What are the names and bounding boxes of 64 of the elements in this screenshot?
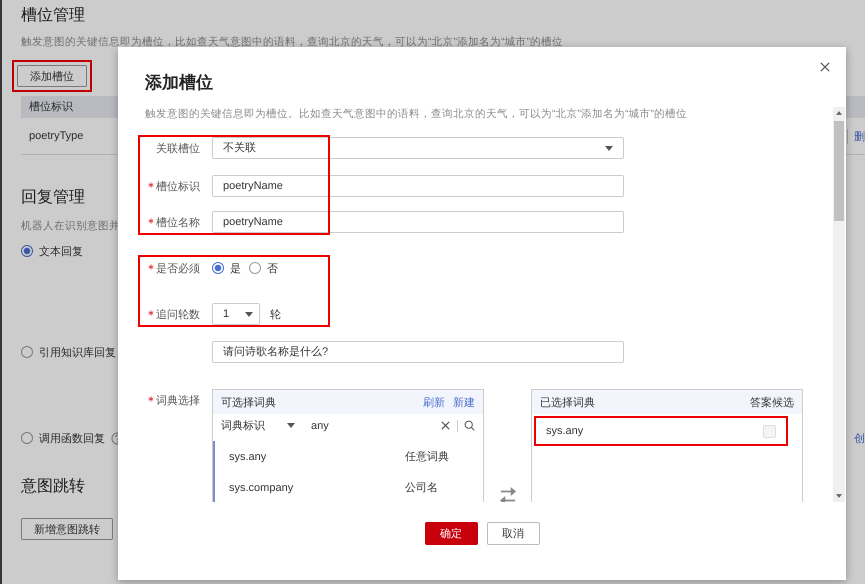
section-title: 意图跳转 xyxy=(21,476,85,497)
panel-link[interactable]: 新建 xyxy=(453,394,475,410)
radio-label: 是 xyxy=(230,262,241,276)
select-field[interactable]: 不关联 xyxy=(212,137,624,159)
panel-link[interactable]: 刷新 xyxy=(423,394,445,410)
clear-icon[interactable] xyxy=(440,420,451,431)
section-description: 机器人在识别意图并 xyxy=(21,219,120,233)
scrollbar-thumb[interactable] xyxy=(834,121,844,221)
checkbox[interactable] xyxy=(763,424,776,438)
selected-dictionary-item[interactable]: sys.any xyxy=(534,416,788,446)
close-icon[interactable] xyxy=(820,62,830,72)
scroll-down-icon[interactable] xyxy=(836,494,842,498)
dictionary-name: 任意词典 xyxy=(405,450,450,464)
panel-title: 已选择词典 xyxy=(540,396,595,410)
field-label: 槽位名称 xyxy=(156,216,200,230)
transfer-icon[interactable] xyxy=(498,485,516,502)
dialog-title: 添加槽位 xyxy=(145,72,213,93)
scrollbar[interactable] xyxy=(833,107,845,502)
radio-button[interactable] xyxy=(21,245,33,257)
field-label: 是否必须 xyxy=(156,262,200,276)
delete-link[interactable]: 删 xyxy=(847,128,865,144)
select-field[interactable]: 1 xyxy=(212,303,260,325)
dictionary-item[interactable]: sys.any 任意词典 xyxy=(215,441,483,472)
table-cell: poetryType xyxy=(29,130,84,142)
dictionary-id: sys.any xyxy=(229,450,266,462)
confirm-button[interactable]: 确定 xyxy=(424,522,478,545)
add-slot-button[interactable]: 添加槽位 xyxy=(17,65,87,87)
radio-button[interactable] xyxy=(212,262,224,274)
dictionary-id: sys.company xyxy=(229,482,294,494)
dialog-description: 触发意图的关键信息即为槽位。比如查天气意图中的语料，查询北京的天气，可以为“北京”添加名为“城市”的槽位 xyxy=(145,107,688,121)
radio-button[interactable] xyxy=(21,346,33,358)
radio-label: 文本回复 xyxy=(39,244,83,258)
caret-icon[interactable] xyxy=(287,423,295,428)
section-description: 触发意图的关键信息即为槽位，比如查天气意图中的语料，查询北京的天气，可以为“北京”添加名为“城市”的槽位 xyxy=(21,35,563,49)
dictionary-id: sys.any xyxy=(546,425,584,437)
dictionary-name: 公司名 xyxy=(405,481,439,495)
create-link[interactable]: 创 xyxy=(848,430,865,446)
input-field[interactable]: poetryName xyxy=(212,211,624,233)
cancel-button[interactable]: 取消 xyxy=(486,522,540,545)
scroll-up-icon[interactable] xyxy=(836,111,842,115)
caret-icon xyxy=(605,146,613,150)
column-header: 答案候选 xyxy=(750,396,794,410)
radio-button[interactable] xyxy=(249,262,261,274)
column-header: 槽位标识 xyxy=(29,101,73,113)
filter-select[interactable]: 词典标识 xyxy=(221,418,281,433)
input-field[interactable]: poetryName xyxy=(212,175,624,197)
field-label: 关联槽位 xyxy=(156,142,200,156)
radio-label: 否 xyxy=(267,262,278,276)
field-label: 槽位标识 xyxy=(156,180,200,194)
radio-button[interactable] xyxy=(21,432,33,444)
panel-title: 可选择词典 xyxy=(221,396,276,410)
input-field[interactable]: 请问诗歌名称是什么? xyxy=(212,341,624,363)
radio-label: 调用函数回复 xyxy=(39,432,105,446)
field-label: 词典选择 xyxy=(156,394,200,408)
dictionary-item[interactable]: sys.company 公司名 xyxy=(215,472,483,502)
search-field[interactable]: any xyxy=(311,420,434,432)
add-jump-button[interactable]: 新增意图跳转 xyxy=(21,518,113,540)
radio-label: 引用知识库回复 xyxy=(39,346,116,360)
section-title: 回复管理 xyxy=(21,188,85,208)
caret-icon xyxy=(245,312,253,316)
section-title: 槽位管理 xyxy=(21,6,85,26)
field-label: 追问轮数 xyxy=(156,308,200,322)
search-icon[interactable] xyxy=(464,420,475,431)
unit-label: 轮 xyxy=(270,308,281,322)
